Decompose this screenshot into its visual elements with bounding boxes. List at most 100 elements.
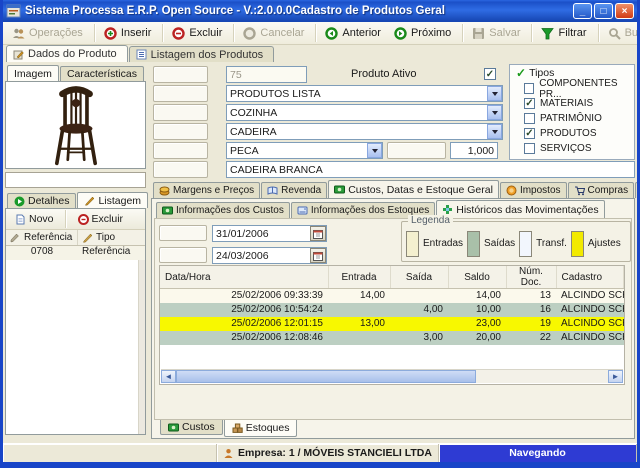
horizontal-scrollbar[interactable]: ◄ ►	[161, 369, 623, 383]
reference-list-row[interactable]: 0708 Referência	[6, 246, 145, 260]
scrollbar-thumb[interactable]	[176, 370, 476, 383]
legend-swatch-saidas	[467, 230, 481, 257]
next-circle-icon	[394, 26, 407, 40]
previous-circle-icon	[325, 26, 339, 40]
tab-informacoes-custos[interactable]: Informações dos Custos	[156, 202, 290, 218]
toolbar-separator	[162, 24, 165, 42]
field-label-box	[153, 142, 208, 159]
movement-row[interactable]: 25/02/2006 12:08:46 3,00 20,00 22 ALCIND…	[160, 330, 624, 345]
detail-tab-strip: Margens e Preços Revenda Custos, Datas e…	[151, 180, 637, 198]
tipo-item-componentes[interactable]: COMPONENTES PR...	[524, 78, 634, 100]
left-nav-tab-strip: Detalhes Listagem	[5, 191, 149, 208]
tab-historicos-movimentacoes[interactable]: Históricos das Movimentações	[436, 200, 605, 218]
movements-grid: Data/Hora Entrada Saída Saldo Núm. Doc. …	[159, 265, 625, 385]
insert-circle-icon	[104, 26, 117, 40]
cancel-circle-icon	[243, 26, 257, 40]
tab-margens-e-precos[interactable]: Margens e Preços	[153, 182, 261, 198]
save-floppy-icon	[473, 27, 485, 39]
tab-impostos[interactable]: Impostos	[499, 182, 567, 198]
chevron-down-icon[interactable]	[487, 105, 502, 120]
unit-select[interactable]: PECA	[226, 142, 383, 159]
description-field[interactable]: CADEIRA BRANCA	[226, 161, 635, 178]
filter-button[interactable]: Filtrar	[536, 25, 594, 42]
column-saldo[interactable]: Saldo	[448, 266, 507, 289]
tab-listagem-dos-produtos[interactable]: Listagem dos Produtos	[128, 46, 275, 62]
cancel-button[interactable]: Cancelar	[238, 25, 312, 42]
product-code-field[interactable]: 75	[226, 66, 307, 83]
date-from-input[interactable]: 31/01/2006	[212, 225, 327, 242]
subcategory-select[interactable]: CADEIRA	[226, 123, 503, 140]
tab-estoques[interactable]: Estoques	[223, 420, 298, 437]
scroll-left-icon[interactable]: ◄	[161, 370, 176, 383]
delete-reference-button[interactable]: Excluir	[72, 211, 130, 227]
checkbox-unchecked[interactable]	[524, 83, 535, 94]
next-button[interactable]: Próximo	[389, 25, 459, 42]
field-label-box	[153, 104, 208, 121]
operations-button[interactable]: Operações	[7, 25, 91, 42]
previous-button[interactable]: Anterior	[320, 25, 389, 42]
tab-custos-datas-estoque[interactable]: Custos, Datas e Estoque Geral	[328, 180, 499, 198]
maximize-button[interactable]: □	[594, 3, 613, 19]
scroll-right-icon[interactable]: ►	[608, 370, 623, 383]
delete-button[interactable]: Excluir	[167, 25, 230, 42]
tab-caracteristicas[interactable]: Características	[59, 66, 144, 81]
category-select[interactable]: COZINHA	[226, 104, 503, 121]
money-icon	[162, 206, 173, 215]
new-document-icon	[16, 214, 25, 224]
column-num-doc[interactable]: Núm. Doc.	[506, 266, 557, 289]
active-checkbox-label: Produto Ativo	[351, 68, 417, 80]
column-entrada[interactable]: Entrada	[328, 266, 391, 289]
insert-button[interactable]: Inserir	[99, 25, 160, 42]
tab-dados-do-produto[interactable]: Dados do Produto	[6, 45, 128, 62]
column-saida[interactable]: Saída	[390, 266, 449, 289]
chevron-down-icon[interactable]	[487, 124, 502, 139]
save-button[interactable]: Salvar	[467, 25, 528, 42]
reference-list-body[interactable]	[6, 260, 145, 434]
tab-fornecedores[interactable]: Fornecedores	[635, 182, 637, 198]
new-reference-button[interactable]: Novo	[9, 211, 60, 227]
chevron-down-icon[interactable]	[367, 143, 382, 158]
movement-row[interactable]: 25/02/2006 09:33:39 14,00 14,00 13 ALCIN…	[160, 288, 624, 303]
column-tipo[interactable]: Tipo	[78, 230, 119, 245]
field-label-box	[153, 85, 208, 102]
close-button[interactable]: ×	[615, 3, 634, 19]
field-label-box	[387, 142, 446, 159]
calendar-icon[interactable]	[310, 226, 326, 241]
list-icon	[136, 49, 147, 60]
reference-list-scrollbar[interactable]	[138, 260, 145, 434]
tab-listagem[interactable]: Listagem	[77, 192, 149, 208]
search-button[interactable]: Buscar	[603, 25, 637, 42]
calendar-icon[interactable]	[310, 248, 326, 263]
minimize-button[interactable]: _	[573, 3, 592, 19]
date-to-input[interactable]: 24/03/2006	[212, 247, 327, 264]
image-caption-box[interactable]	[5, 172, 146, 188]
tab-imagem[interactable]: Imagem	[7, 65, 59, 81]
checkbox-unchecked[interactable]	[524, 113, 535, 124]
checkbox-checked[interactable]: ✓	[524, 128, 535, 139]
delete-circle-icon	[172, 26, 186, 40]
group-select[interactable]: PRODUTOS LISTA	[226, 85, 503, 102]
tipo-item-patrimonio[interactable]: PATRIMÔNIO	[524, 111, 634, 126]
movement-row[interactable]: 25/02/2006 12:01:15 13,00 23,00 19 ALCIN…	[160, 316, 624, 331]
checkbox-unchecked[interactable]	[524, 143, 535, 154]
coins-icon	[159, 186, 170, 196]
tab-custos[interactable]: Custos	[160, 420, 223, 435]
history-icon	[443, 205, 453, 214]
legend-label-entradas: Entradas	[423, 238, 464, 249]
legend-label-ajustes: Ajustes	[587, 238, 621, 249]
movement-row[interactable]: 25/02/2006 10:54:24 4,00 10,00 16 ALCIND…	[160, 302, 624, 317]
column-referencia[interactable]: Referência	[6, 230, 78, 245]
tab-revenda[interactable]: Revenda	[261, 182, 328, 198]
checkbox-checked[interactable]: ✓	[524, 98, 535, 109]
tab-compras[interactable]: Compras	[567, 182, 635, 198]
column-data-hora[interactable]: Data/Hora	[160, 266, 329, 289]
tipo-item-servicos[interactable]: SERVIÇOS	[524, 141, 634, 156]
active-checkbox[interactable]: ✓	[484, 68, 496, 80]
quantity-field[interactable]: 1,000	[450, 142, 498, 159]
tipo-item-produtos[interactable]: ✓ PRODUTOS	[524, 126, 634, 141]
chevron-down-icon[interactable]	[487, 86, 502, 101]
search-magnifier-icon	[608, 27, 621, 40]
tab-detalhes[interactable]: Detalhes	[7, 193, 77, 208]
column-cadastro[interactable]: Cadastro	[556, 266, 624, 289]
toolbar-separator	[64, 210, 67, 228]
